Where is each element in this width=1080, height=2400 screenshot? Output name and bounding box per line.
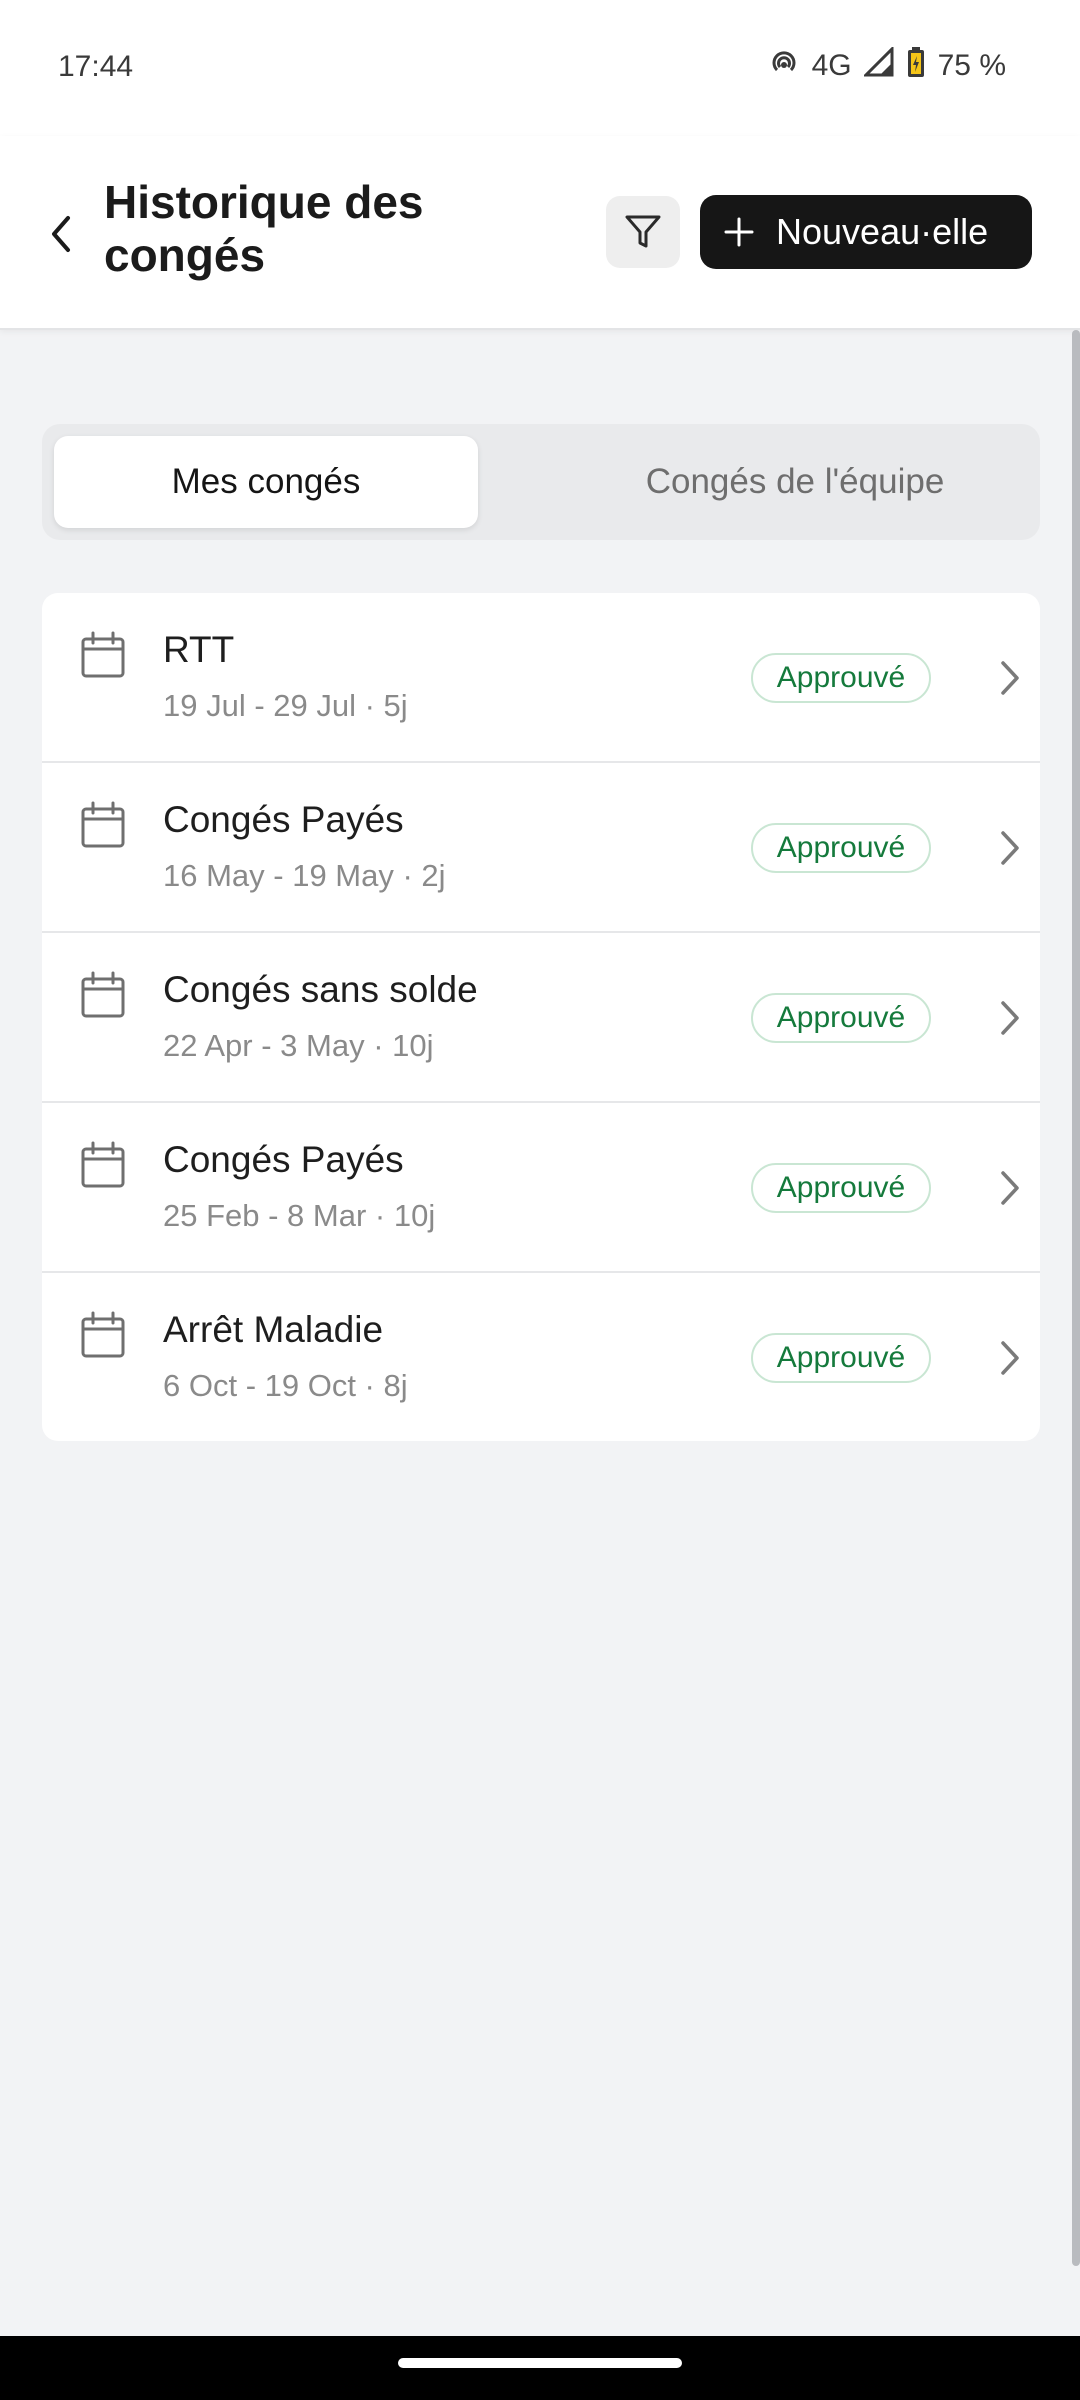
- leave-dates: 19 Jul - 29 Jul · 5j: [163, 688, 408, 723]
- leave-type: Congés Payés: [163, 1139, 404, 1180]
- status-time: 17:44: [58, 50, 134, 83]
- chevron-right-icon: [1001, 1341, 1019, 1375]
- status-badge: Approuvé: [751, 823, 931, 873]
- new-leave-button-label: Nouveau·elle: [776, 211, 989, 252]
- calendar-icon: [81, 1311, 125, 1358]
- leave-dates: 6 Oct - 19 Oct · 8j: [163, 1368, 408, 1403]
- status-bar: 17:44 4G 75 %: [0, 0, 1080, 136]
- list-item[interactable]: Congés sans solde 22 Apr - 3 May · 10j A…: [42, 933, 1040, 1103]
- leave-type: Congés Payés: [163, 799, 404, 840]
- app-header: Historique des congés Nouveau·elle: [0, 136, 1080, 330]
- home-gesture-handle[interactable]: [398, 2358, 682, 2368]
- back-button[interactable]: [36, 206, 86, 262]
- status-badge: Approuvé: [751, 1163, 931, 1213]
- tab-team-leaves[interactable]: Congés de l'équipe: [562, 436, 1028, 528]
- chevron-right-icon: [1001, 831, 1019, 865]
- page-title: Historique des congés: [104, 176, 424, 281]
- list-item[interactable]: Arrêt Maladie 6 Oct - 19 Oct · 8j Approu…: [42, 1273, 1040, 1441]
- status-badge: Approuvé: [751, 993, 931, 1043]
- signal-icon: [861, 45, 894, 85]
- chevron-right-icon: [1001, 661, 1019, 695]
- hotspot-icon: [768, 46, 800, 86]
- filter-button[interactable]: [606, 196, 680, 268]
- status-badge: Approuvé: [751, 653, 931, 703]
- new-leave-button[interactable]: Nouveau·elle: [700, 195, 1032, 269]
- calendar-icon: [81, 631, 125, 678]
- calendar-icon: [81, 971, 125, 1018]
- leave-type: Arrêt Maladie: [163, 1309, 384, 1350]
- leave-dates: 16 May - 19 May · 2j: [163, 858, 446, 893]
- back-chevron-icon: [52, 216, 70, 252]
- calendar-icon: [81, 801, 125, 848]
- battery-percent: 75 %: [937, 49, 1006, 82]
- filter-icon: [625, 215, 661, 248]
- chevron-right-icon: [1001, 1171, 1019, 1205]
- chevron-right-icon: [1001, 1001, 1019, 1035]
- status-indicators: 4G 75 %: [768, 45, 1006, 86]
- tab-switcher: Mes congés Congés de l'équipe: [42, 424, 1040, 540]
- tab-my-leaves[interactable]: Mes congés: [54, 436, 478, 528]
- battery-icon: [906, 46, 926, 86]
- status-badge: Approuvé: [751, 1333, 931, 1383]
- leave-type: RTT: [163, 629, 235, 670]
- leave-dates: 25 Feb - 8 Mar · 10j: [163, 1198, 436, 1233]
- list-item[interactable]: Congés Payés 16 May - 19 May · 2j Approu…: [42, 763, 1040, 933]
- system-nav-bar: [0, 2336, 1080, 2400]
- leave-list: RTT 19 Jul - 29 Jul · 5j Approuvé Congés…: [42, 593, 1040, 1441]
- leave-type: Congés sans solde: [163, 969, 478, 1010]
- plus-icon: [724, 217, 754, 247]
- list-item[interactable]: Congés Payés 25 Feb - 8 Mar · 10j Approu…: [42, 1103, 1040, 1273]
- list-item[interactable]: RTT 19 Jul - 29 Jul · 5j Approuvé: [42, 593, 1040, 763]
- scrollbar[interactable]: [1072, 330, 1080, 2266]
- calendar-icon: [81, 1141, 125, 1188]
- leave-dates: 22 Apr - 3 May · 10j: [163, 1028, 434, 1063]
- network-type: 4G: [811, 49, 852, 82]
